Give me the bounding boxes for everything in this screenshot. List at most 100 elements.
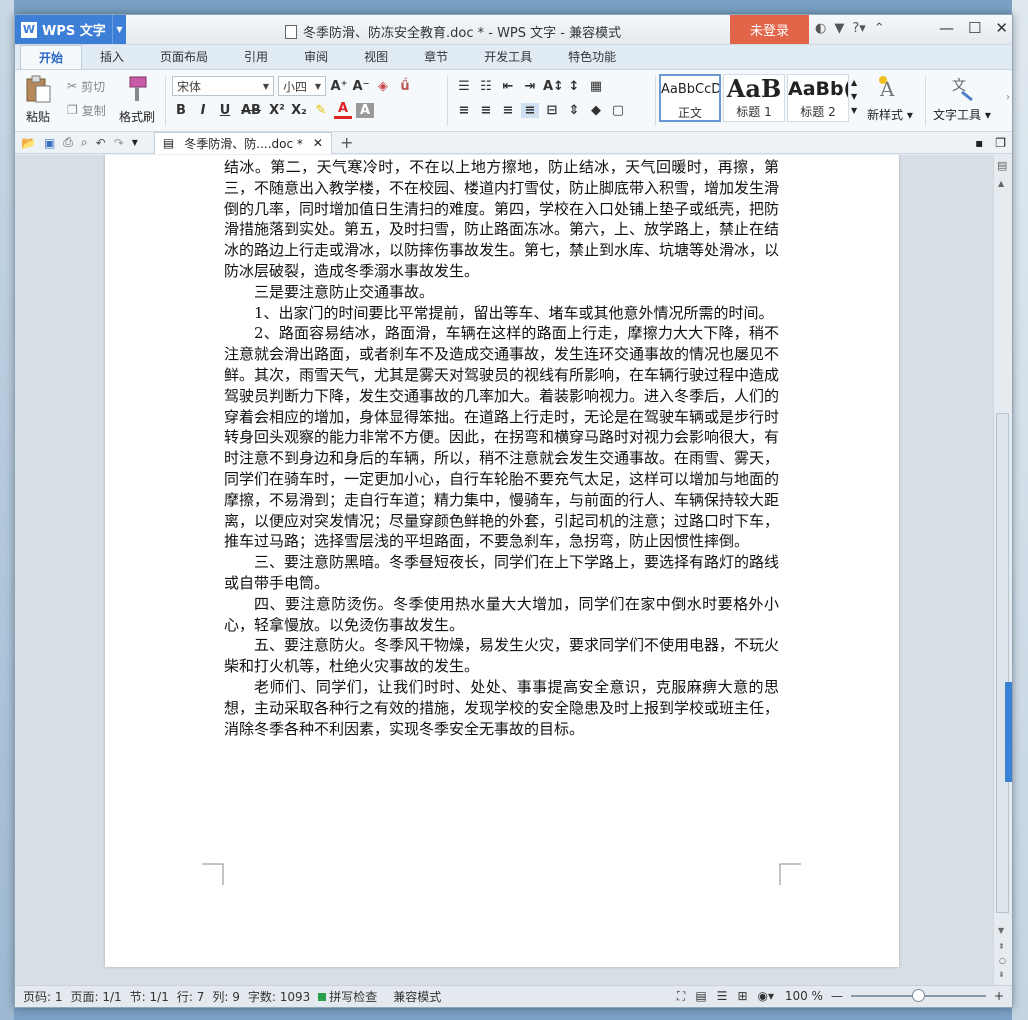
- customize-qat-icon[interactable]: ▼: [132, 138, 138, 147]
- new-style-button[interactable]: A 新样式 ▾: [867, 74, 913, 123]
- document-tab[interactable]: ▤ 冬季防滑、防....doc * ✕: [153, 131, 332, 154]
- superscript-icon[interactable]: X²: [268, 103, 286, 118]
- status-page-code[interactable]: 页码: 1: [23, 988, 63, 1005]
- paragraph[interactable]: 结冰。第二，天气寒冷时，不在以上地方擦地，防止结冰，天气回暖时，再擦，第三，不随…: [224, 157, 779, 282]
- shading-icon[interactable]: ◆: [587, 103, 605, 118]
- minimize-doc-icon[interactable]: ▪: [975, 136, 983, 150]
- sort-icon[interactable]: ↕: [565, 79, 583, 94]
- side-panel-toggle[interactable]: [1005, 682, 1012, 782]
- paragraph[interactable]: 三、要注意防黑暗。冬季昼短夜长，同学们在上下学路上，要选择有路灯的路线或自带手电…: [224, 552, 779, 594]
- chevron-up-icon[interactable]: ▲: [851, 76, 857, 90]
- paragraph[interactable]: 1、出家门的时间要比平常提前，留出等车、堵车或其他意外情况所需的时间。: [224, 303, 779, 324]
- zoom-out-icon[interactable]: —: [831, 989, 843, 1003]
- login-button[interactable]: 未登录: [730, 15, 809, 44]
- align-center-icon[interactable]: ≡: [477, 103, 495, 118]
- status-section[interactable]: 节: 1/1: [130, 988, 169, 1005]
- vertical-scrollbar[interactable]: ▤ ▲ ▼ ⇞ ○ ⇟: [993, 155, 1012, 987]
- print-icon[interactable]: ⎙: [63, 135, 73, 150]
- redo-icon[interactable]: ↷: [114, 136, 124, 150]
- table-icon[interactable]: ▦: [587, 79, 605, 94]
- char-shading-icon[interactable]: A: [356, 102, 374, 118]
- paragraph[interactable]: 三是要注意防止交通事故。: [224, 282, 779, 303]
- full-screen-icon[interactable]: ⛶: [677, 989, 685, 1004]
- outline-view-icon[interactable]: ☰: [717, 989, 728, 1004]
- font-color-icon[interactable]: A: [334, 101, 352, 119]
- document-area[interactable]: 结冰。第二，天气寒冷时，不在以上地方擦地，防止结冰，天气回暖时，再擦，第三，不随…: [15, 155, 995, 987]
- paragraph[interactable]: 四、要注意防烫伤。冬季使用热水量大大增加，同学们在家中倒水时要格外小心，轻拿慢放…: [224, 594, 779, 636]
- paste-button[interactable]: 粘贴: [23, 74, 53, 125]
- distributed-icon[interactable]: ⊟: [543, 103, 561, 118]
- tab-home[interactable]: 开始: [20, 45, 83, 69]
- maximize-icon[interactable]: ☐: [968, 19, 981, 37]
- scrollbar-thumb[interactable]: [996, 413, 1009, 913]
- underline-icon[interactable]: U: [216, 103, 234, 118]
- paragraph[interactable]: 2、路面容易结冰，路面滑，车辆在这样的路面上行走，摩擦力大大下降，稍不注意就会滑…: [224, 323, 779, 552]
- justify-icon[interactable]: ≡: [521, 102, 539, 118]
- undo-icon[interactable]: ↶: [96, 136, 106, 150]
- spell-check-button[interactable]: 拼写检查: [318, 988, 377, 1005]
- zoom-in-icon[interactable]: +: [994, 989, 1004, 1003]
- prev-page-icon[interactable]: ⇞: [998, 942, 1005, 951]
- web-view-icon[interactable]: ⊞: [737, 989, 747, 1004]
- next-page-icon[interactable]: ⇟: [998, 970, 1005, 979]
- ribbon-scroll-right-icon[interactable]: ›: [1006, 92, 1010, 103]
- text-tools-button[interactable]: 文 文字工具 ▾: [933, 74, 991, 123]
- tab-sections[interactable]: 章节: [406, 45, 466, 69]
- text-direction-icon[interactable]: A↕: [543, 79, 564, 94]
- clear-format-icon[interactable]: ◈: [374, 79, 392, 94]
- zoom-level[interactable]: 100 %: [785, 989, 823, 1003]
- collapse-ribbon-icon[interactable]: ⌃: [874, 21, 885, 36]
- format-painter-button[interactable]: 格式刷: [119, 74, 155, 125]
- strikethrough-icon[interactable]: AB: [238, 103, 264, 118]
- tab-references[interactable]: 引用: [226, 45, 286, 69]
- expand-icon[interactable]: ▼: [851, 104, 857, 118]
- increase-indent-icon[interactable]: ⇥: [521, 79, 539, 94]
- close-icon[interactable]: ✕: [995, 19, 1008, 37]
- document-page[interactable]: 结冰。第二，天气寒冷时，不在以上地方擦地，防止结冰，天气回暖时，再擦，第三，不随…: [105, 155, 899, 967]
- paragraph[interactable]: 五、要注意防火。冬季风干物燥，易发生火灾，要求同学们不使用电器，不玩火柴和打火机…: [224, 635, 779, 677]
- app-menu-dropdown-icon[interactable]: ▼: [112, 15, 126, 44]
- select-browse-icon[interactable]: ○: [999, 956, 1006, 965]
- italic-icon[interactable]: I: [194, 103, 212, 118]
- numbered-list-icon[interactable]: ☷: [477, 79, 495, 94]
- align-left-icon[interactable]: ≡: [455, 103, 473, 118]
- app-menu-button[interactable]: W WPS 文字 ▼: [15, 15, 126, 44]
- scroll-up-icon[interactable]: ▲: [998, 179, 1004, 188]
- border-icon[interactable]: ▢: [609, 103, 627, 118]
- tab-developer[interactable]: 开发工具: [466, 45, 550, 69]
- copy-button[interactable]: ❐ 复制: [67, 98, 106, 122]
- paragraph[interactable]: 老师们、同学们，让我们时时、处处、事事提高安全意识，克服麻痹大意的思想，主动采取…: [224, 677, 779, 739]
- style-heading-1[interactable]: AaB 标题 1: [723, 74, 785, 122]
- reading-view-icon[interactable]: ◉▾: [758, 989, 775, 1004]
- scroll-down-icon[interactable]: ▼: [998, 926, 1004, 935]
- page-view-icon[interactable]: ▤: [695, 989, 706, 1004]
- print-preview-icon[interactable]: ⌕: [81, 135, 88, 150]
- close-tab-icon[interactable]: ✕: [313, 136, 323, 150]
- restore-doc-icon[interactable]: ❐: [995, 136, 1006, 150]
- status-word-count[interactable]: 字数: 1093: [248, 988, 310, 1005]
- font-name-select[interactable]: 宋体 ▼: [172, 76, 274, 96]
- new-tab-icon[interactable]: +: [340, 133, 353, 152]
- tab-review[interactable]: 审阅: [286, 45, 346, 69]
- font-size-select[interactable]: 小四 ▼: [278, 76, 326, 96]
- style-scroll[interactable]: ▲ ▼ ▼: [851, 76, 857, 118]
- tab-page-layout[interactable]: 页面布局: [142, 45, 226, 69]
- chevron-down-icon[interactable]: ▼: [851, 90, 857, 104]
- minimize-icon[interactable]: —: [939, 19, 954, 37]
- status-page[interactable]: 页面: 1/1: [71, 988, 122, 1005]
- style-normal[interactable]: AaBbCcD 正文: [659, 74, 721, 122]
- save-icon[interactable]: ▣: [44, 136, 55, 150]
- feedback-icon[interactable]: ◐: [815, 21, 826, 36]
- bold-icon[interactable]: B: [172, 103, 190, 118]
- decrease-indent-icon[interactable]: ⇤: [499, 79, 517, 94]
- line-spacing-icon[interactable]: ⇕: [565, 103, 583, 118]
- shrink-font-icon[interactable]: A⁻: [352, 79, 370, 94]
- cut-button[interactable]: ✂ 剪切: [67, 74, 106, 98]
- skin-icon[interactable]: ▼: [834, 21, 844, 36]
- zoom-slider-knob[interactable]: [911, 989, 925, 1002]
- grow-font-icon[interactable]: A⁺: [330, 79, 348, 94]
- style-heading-2[interactable]: AaBb( 标题 2: [787, 74, 849, 122]
- open-folder-icon[interactable]: 📂: [21, 136, 36, 150]
- align-right-icon[interactable]: ≡: [499, 103, 517, 118]
- tab-insert[interactable]: 插入: [82, 45, 142, 69]
